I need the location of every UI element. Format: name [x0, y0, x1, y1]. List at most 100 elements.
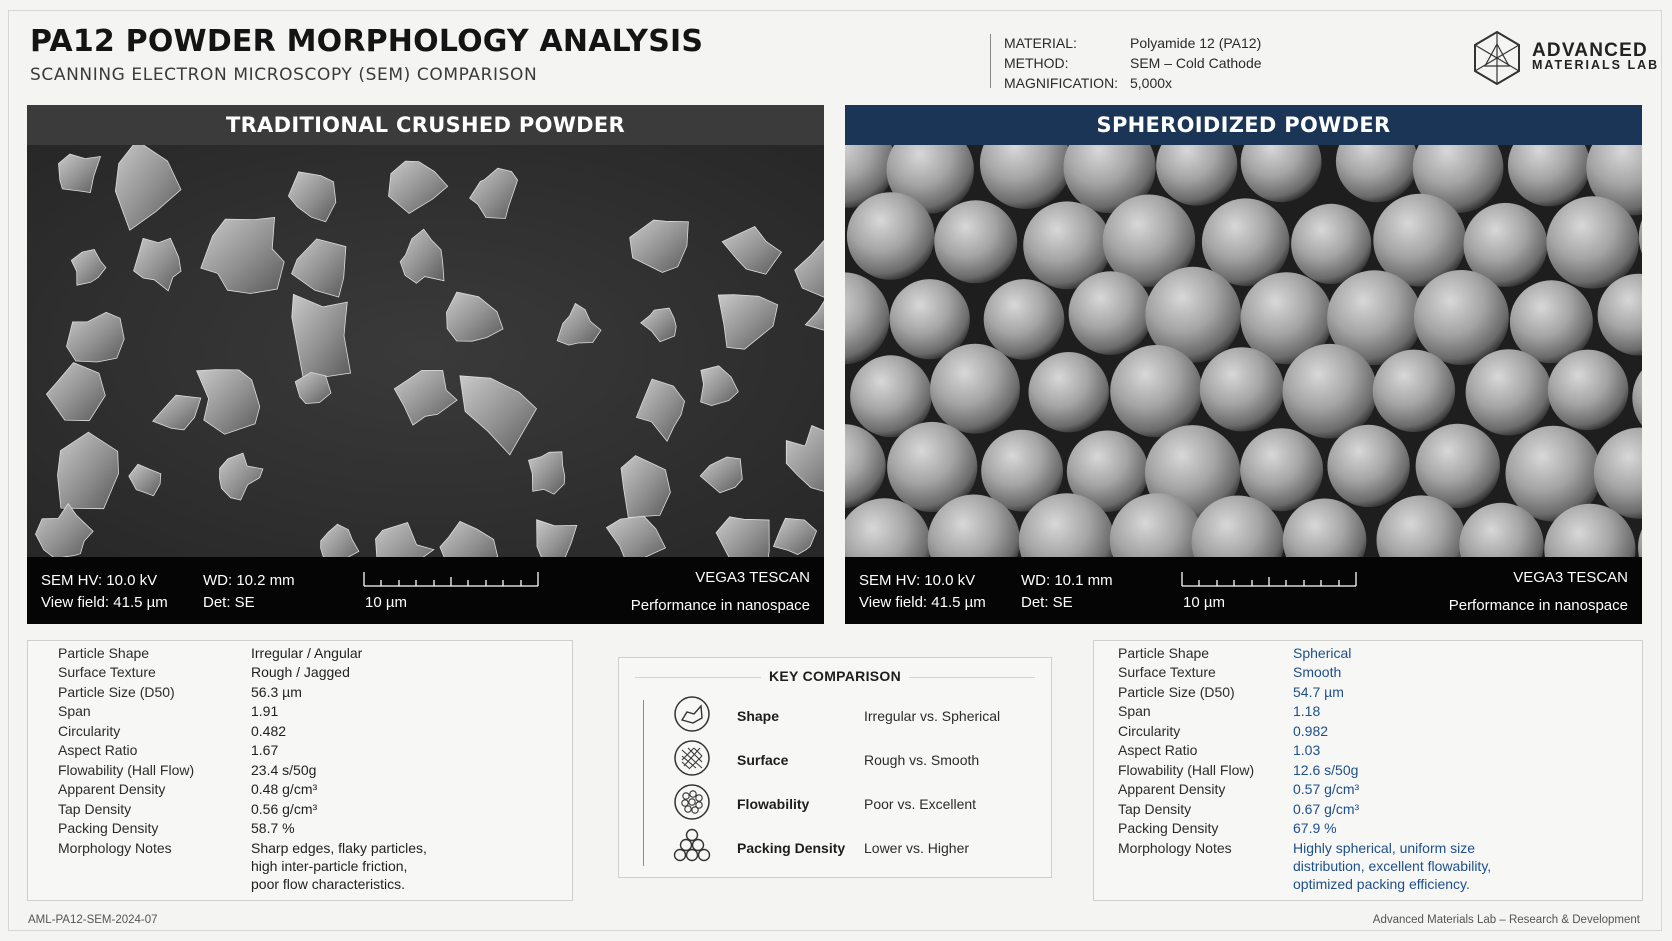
spherical-particle [1199, 347, 1284, 432]
property-key: Flowability (Hall Flow) [58, 762, 195, 778]
key-value: Poor vs. Excellent [864, 796, 977, 812]
key-comparison-title: KEY COMPARISON [619, 668, 1051, 684]
meta-key: MAGNIFICATION: [1004, 75, 1119, 91]
properties-table-crushed: Particle Shape Irregular / Angular Surfa… [27, 640, 573, 901]
property-key: Packing Density [58, 820, 159, 836]
property-value: 54.7 µm [1293, 684, 1344, 700]
property-value: Irregular / Angular [251, 645, 363, 661]
property-value: Highly spherical, uniform size [1293, 840, 1476, 856]
sem-det: Det: SE [203, 594, 255, 611]
page-subtitle: SCANNING ELECTRON MICROSCOPY (SEM) COMPA… [30, 65, 538, 85]
property-key: Tap Density [58, 801, 132, 817]
spherical-particle [1110, 345, 1203, 438]
document-id: AML-PA12-SEM-2024-07 [28, 914, 158, 926]
sem-tagline: Performance in nanospace [630, 597, 810, 614]
properties-table-spheroidized: Particle Shape Spherical Surface Texture… [1093, 640, 1643, 901]
flowability-icon [674, 784, 710, 820]
sem-wd: WD: 10.1 mm [1021, 572, 1113, 589]
meta-key: MATERIAL: [1004, 35, 1077, 51]
sem-view-field: View field: 41.5 µm [859, 594, 986, 611]
property-key: Particle Size (D50) [58, 684, 175, 700]
surface-icon [674, 740, 710, 776]
sem-wd: WD: 10.2 mm [203, 572, 295, 589]
property-key: Circularity [58, 723, 121, 739]
meta-row-material: MATERIAL: Polyamide 12 (PA12) [1004, 33, 1262, 53]
meta-value: 5,000x [1130, 75, 1173, 91]
sem-hv: SEM HV: 10.0 kV [859, 572, 976, 589]
spherical-particle [1415, 423, 1500, 509]
scale-bar [1181, 572, 1357, 587]
packing-density-icon [673, 828, 711, 862]
key-value: Lower vs. Higher [864, 840, 970, 856]
property-key: Aspect Ratio [58, 742, 138, 758]
property-key: Flowability (Hall Flow) [1118, 762, 1255, 778]
logo-line-1: ADVANCED [1532, 40, 1648, 61]
property-value: 56.3 µm [251, 684, 302, 700]
property-key: Surface Texture [58, 664, 156, 680]
sem-info-bar: SEM HV: 10.0 kV View field: 41.5 µm WD: … [27, 557, 824, 624]
property-key: Morphology Notes [58, 840, 172, 856]
shape-icon [674, 696, 710, 732]
meta-block: MATERIAL: Polyamide 12 (PA12) METHOD: SE… [1004, 33, 1262, 93]
property-key: Span [58, 703, 91, 719]
spherical-particle [1028, 352, 1109, 433]
meta-divider [990, 34, 991, 88]
property-value: 12.6 s/50g [1293, 762, 1359, 778]
property-value: 0.56 g/cm³ [251, 801, 318, 817]
property-key: Particle Shape [1118, 645, 1210, 661]
property-key: Apparent Density [1118, 781, 1226, 797]
spherical-particle [1068, 271, 1153, 355]
meta-row-method: METHOD: SEM – Cold Cathode [1004, 53, 1262, 73]
key-item-surface: Surface Rough vs. Smooth [673, 739, 1043, 783]
sem-det: Det: SE [1021, 594, 1073, 611]
sem-instrument: VEGA3 TESCAN [695, 569, 810, 586]
property-key: Particle Shape [58, 645, 150, 661]
key-label: Packing Density [737, 840, 846, 856]
property-value: distribution, excellent flowability, [1293, 858, 1492, 874]
spherical-particle [1465, 349, 1552, 436]
spherical-particle [983, 279, 1065, 360]
property-value: Smooth [1293, 664, 1342, 680]
crushed-particle [291, 293, 352, 379]
property-value: poor flow characteristics. [251, 876, 406, 892]
property-value: 58.7 % [251, 820, 295, 836]
spherical-particle [1282, 343, 1378, 439]
spherical-particle [1546, 196, 1639, 289]
key-value: Irregular vs. Spherical [864, 708, 1001, 724]
property-value: Sharp edges, flaky particles, [251, 840, 427, 856]
spherical-particle [1413, 270, 1509, 365]
spherical-particle [1291, 203, 1372, 284]
property-key: Span [1118, 703, 1151, 719]
sem-info-bar: SEM HV: 10.0 kV View field: 41.5 µm WD: … [845, 557, 1642, 624]
property-value: 0.482 [251, 723, 287, 739]
meta-key: METHOD: [1004, 55, 1069, 71]
panel-crushed-powder: TRADITIONAL CRUSHED POWDER SEM HV: 10.0 … [27, 105, 824, 625]
property-value: high inter-particle friction, [251, 858, 408, 874]
sem-instrument: VEGA3 TESCAN [1513, 569, 1628, 586]
spherical-particle [930, 343, 1020, 434]
logo: ADVANCED MATERIALS LAB [1472, 30, 1659, 86]
key-label: Surface [737, 752, 789, 768]
property-value: 0.982 [1293, 723, 1329, 739]
key-comparison-panel: KEY COMPARISON Shape Irregular vs. Spher… [618, 657, 1052, 878]
meta-row-magnification: MAGNIFICATION: 5,000x [1004, 73, 1262, 93]
sem-view-field: View field: 41.5 µm [41, 594, 168, 611]
property-value: 67.9 % [1293, 820, 1337, 836]
sem-image-crushed [27, 145, 824, 557]
spherical-particle [1327, 424, 1410, 508]
property-value: 1.91 [251, 703, 279, 719]
spherical-particle [846, 192, 935, 280]
sem-tagline: Performance in nanospace [1448, 597, 1628, 614]
scale-label: 10 µm [365, 594, 407, 611]
property-value: 0.67 g/cm³ [1293, 801, 1360, 817]
key-label: Shape [737, 708, 780, 724]
property-value: 0.48 g/cm³ [251, 781, 318, 797]
spherical-particle [934, 200, 1018, 284]
panel-spheroidized-powder: SPHEROIDIZED POWDER SEM HV: 10.0 kV View… [845, 105, 1642, 625]
property-key: Apparent Density [58, 781, 166, 797]
property-value: Rough / Jagged [251, 664, 350, 680]
footer-credit: Advanced Materials Lab – Research & Deve… [1372, 914, 1640, 926]
page-title: PA12 POWDER MORPHOLOGY ANALYSIS [30, 24, 704, 59]
property-value: optimized packing efficiency. [1293, 876, 1470, 892]
property-value: 1.03 [1293, 742, 1321, 758]
